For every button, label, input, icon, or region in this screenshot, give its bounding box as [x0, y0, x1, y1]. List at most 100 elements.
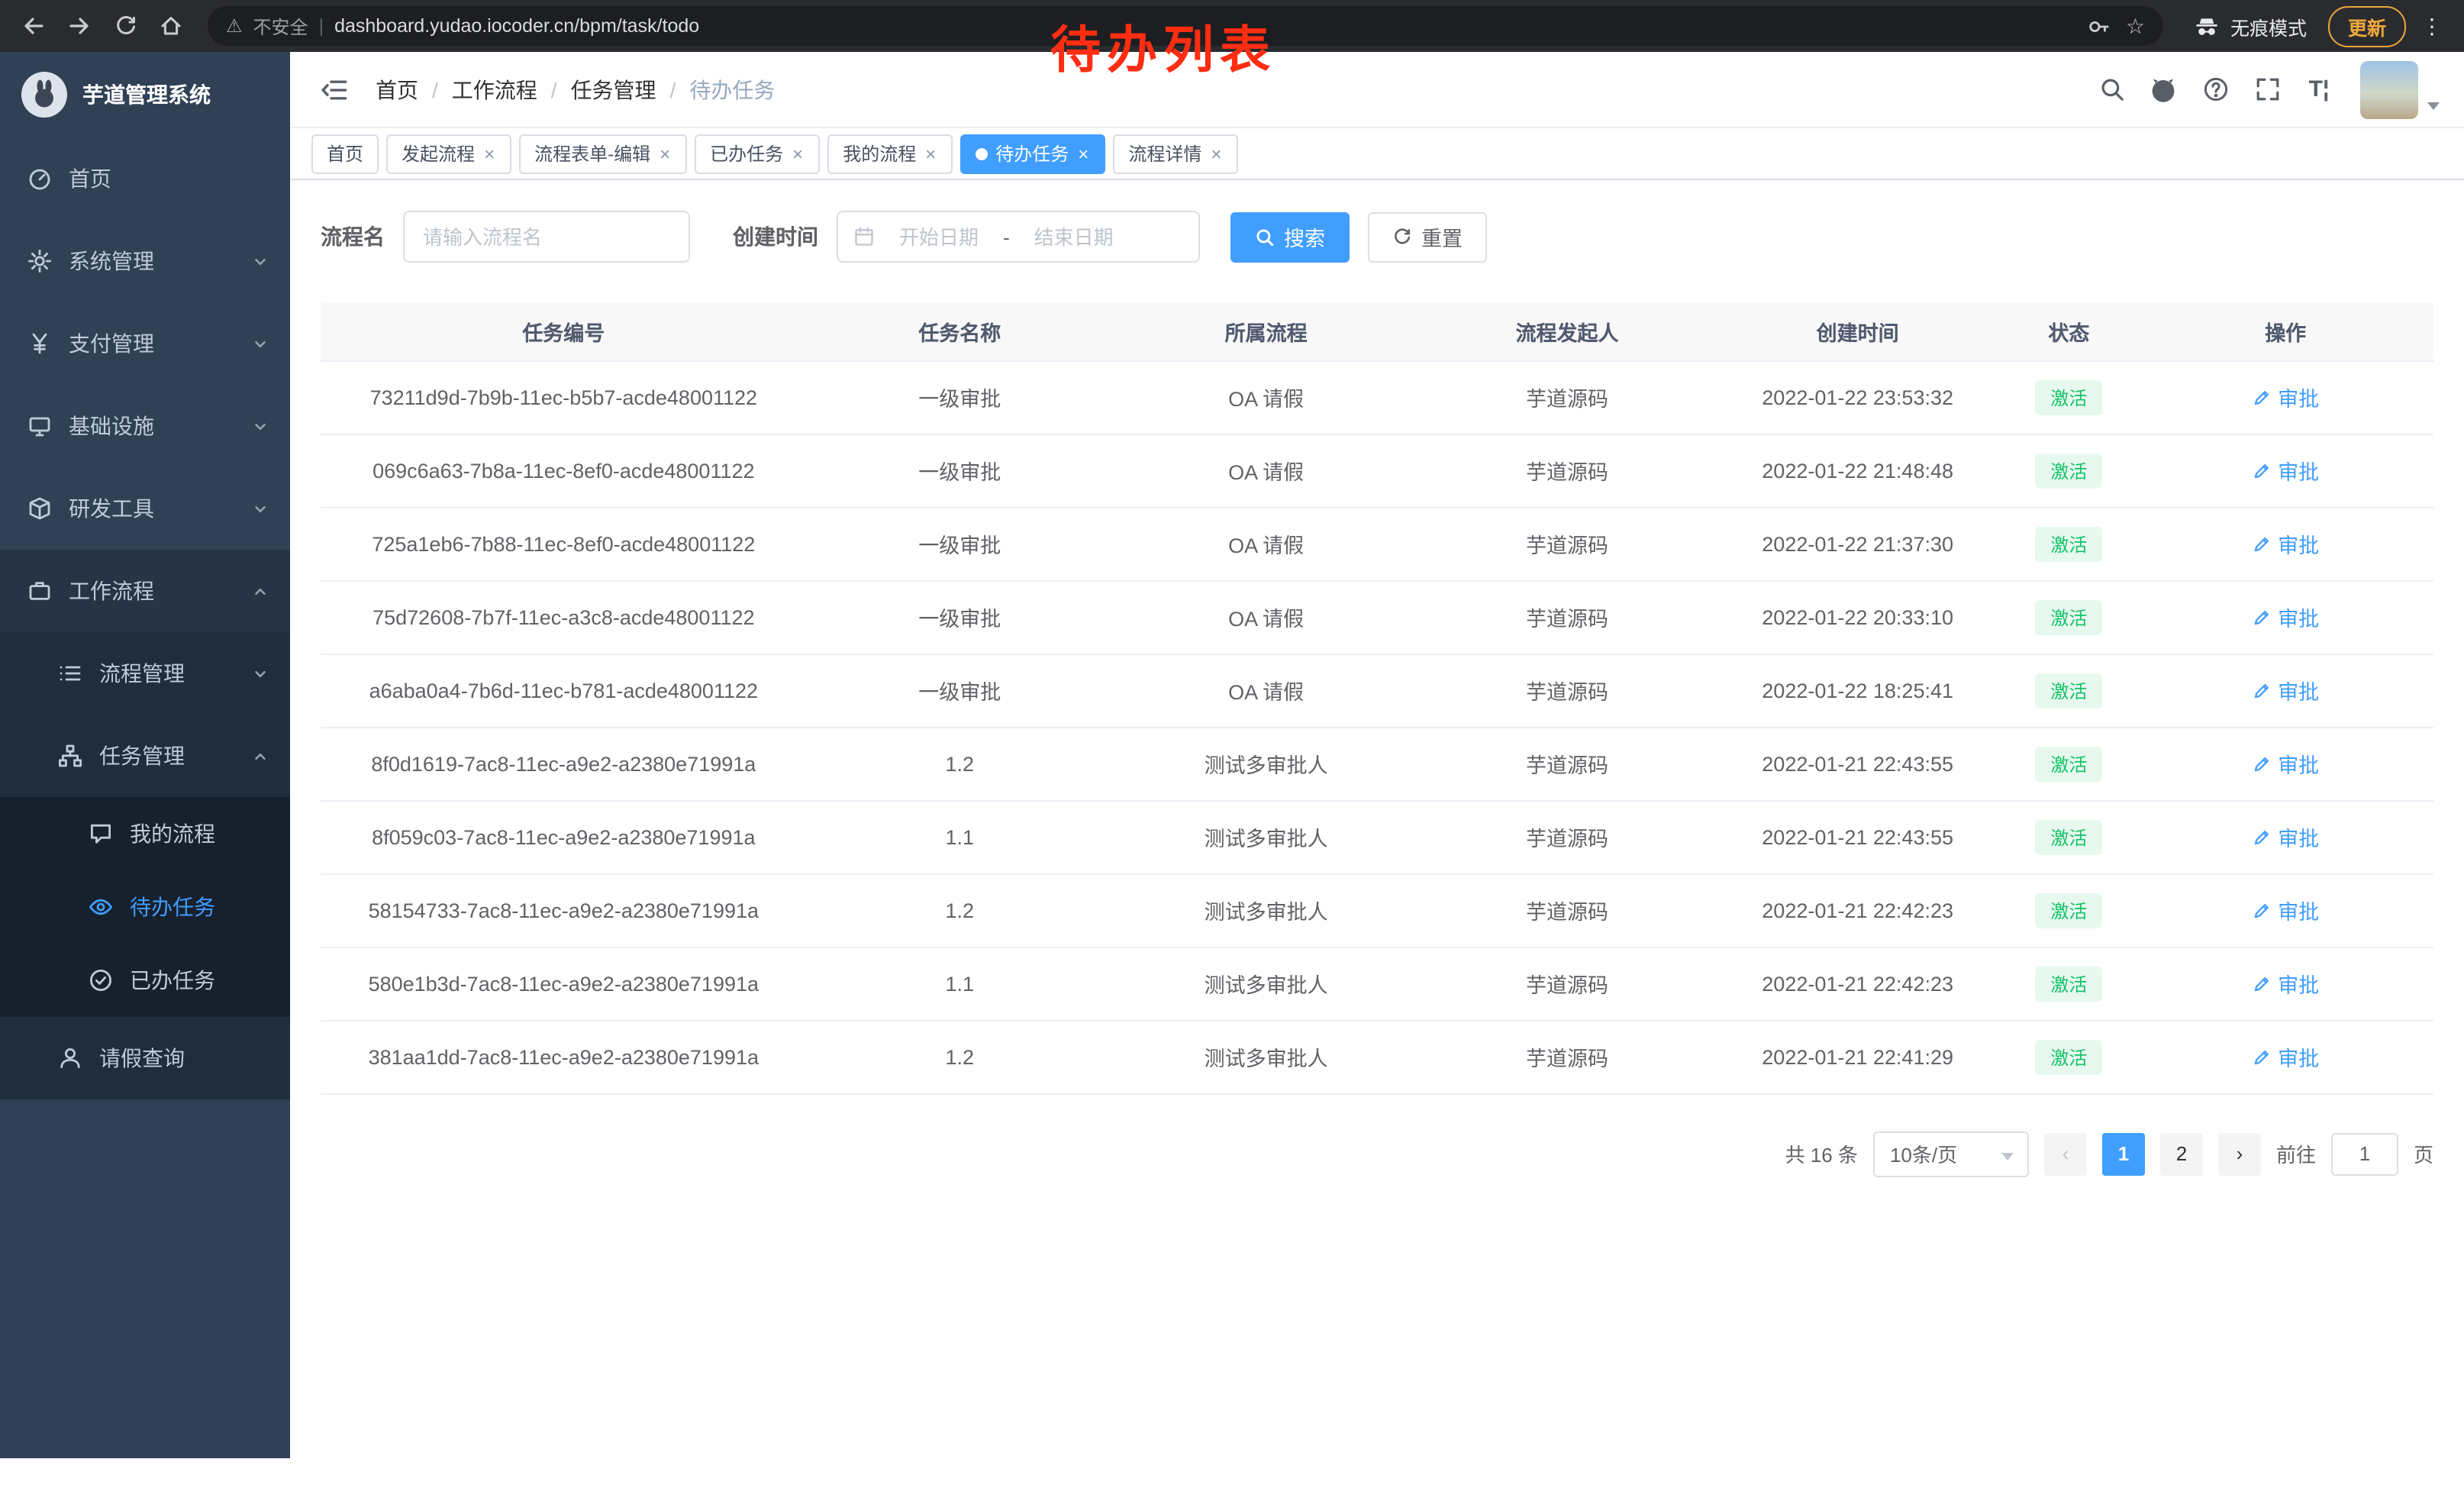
approve-link[interactable]: 审批 — [2252, 528, 2319, 559]
sidebar-item-process-management[interactable]: 流程管理 — [0, 632, 290, 715]
sidebar-item-label: 待办任务 — [130, 892, 215, 922]
end-date-input[interactable] — [1016, 225, 1132, 248]
close-icon[interactable]: × — [791, 144, 805, 163]
approve-link[interactable]: 审批 — [2252, 895, 2319, 925]
sidebar-item-infrastructure[interactable]: 基础设施 — [0, 385, 290, 467]
process-name-input[interactable] — [403, 211, 690, 263]
sidebar-item-label: 流程管理 — [99, 658, 185, 689]
tab-my-processes[interactable]: 我的流程 × — [827, 134, 953, 173]
sidebar-item-label: 研发工具 — [69, 493, 154, 524]
check-circle-icon — [89, 968, 113, 993]
chevron-up-icon — [252, 583, 269, 599]
page-size-select[interactable]: 10条/页 — [1873, 1131, 2029, 1177]
breadcrumb-current: 待办任务 — [689, 74, 775, 105]
approve-link[interactable]: 审批 — [2252, 1041, 2319, 1072]
cell-task-name: 一级审批 — [807, 654, 1113, 727]
breadcrumb-home[interactable]: 首页 — [376, 74, 418, 105]
tab-process-form-edit[interactable]: 流程表单-编辑 × — [519, 134, 687, 173]
cell-task-name: 一级审批 — [807, 434, 1113, 507]
sidebar-item-home[interactable]: 首页 — [0, 137, 290, 220]
status-badge: 激活 — [2035, 893, 2102, 928]
column-header-task-name: 任务名称 — [807, 302, 1113, 360]
org-flow-icon — [58, 744, 82, 768]
cell-actions: 审批 — [2137, 434, 2433, 507]
reset-button[interactable]: 重置 — [1368, 211, 1487, 262]
cell-status: 激活 — [2000, 1020, 2137, 1093]
close-icon[interactable]: × — [1076, 144, 1090, 163]
home-icon[interactable] — [153, 8, 189, 44]
page-button-2[interactable]: 2 — [2160, 1132, 2203, 1175]
approve-link-label: 审批 — [2278, 748, 2319, 779]
sidebar-item-dev-tools[interactable]: 研发工具 — [0, 467, 290, 550]
approve-link-label: 审批 — [2278, 382, 2319, 412]
sidebar-item-task-management[interactable]: 任务管理 — [0, 715, 290, 797]
update-button[interactable]: 更新 — [2328, 5, 2406, 47]
sidebar-item-label: 系统管理 — [69, 246, 154, 276]
approve-link[interactable]: 审批 — [2252, 382, 2319, 412]
approve-link-label: 审批 — [2278, 602, 2319, 632]
search-button[interactable]: 搜索 — [1230, 211, 1350, 262]
sidebar-item-done-tasks[interactable]: 已办任务 — [0, 944, 290, 1017]
sidebar-item-workflow[interactable]: 工作流程 — [0, 550, 290, 632]
tab-start-process[interactable]: 发起流程 × — [386, 134, 511, 173]
app-logo-row[interactable]: 芋道管理系统 — [0, 52, 290, 137]
tab-done-tasks[interactable]: 已办任务 × — [695, 134, 820, 173]
date-range-picker[interactable]: - — [837, 211, 1200, 263]
tab-home[interactable]: 首页 — [311, 134, 379, 173]
close-icon[interactable]: × — [658, 144, 672, 163]
sidebar-item-system[interactable]: 系统管理 — [0, 220, 290, 302]
bookmark-star-icon[interactable]: ☆ — [2126, 15, 2145, 37]
approve-link[interactable]: 审批 — [2252, 968, 2319, 999]
dashboard-icon — [27, 166, 52, 191]
avatar[interactable] — [2360, 60, 2418, 118]
next-page-button[interactable]: › — [2218, 1132, 2261, 1175]
chrome-menu-icon[interactable]: ⋮ — [2415, 13, 2449, 39]
help-icon[interactable] — [2192, 62, 2238, 117]
breadcrumb-workflow[interactable]: 工作流程 — [452, 74, 537, 105]
tab-process-detail[interactable]: 流程详情 × — [1113, 134, 1238, 173]
sidebar-item-my-processes[interactable]: 我的流程 — [0, 797, 290, 870]
main-area: 首页 / 工作流程 / 任务管理 / 待办任务 — [290, 52, 2464, 1501]
start-date-input[interactable] — [881, 225, 997, 248]
sidebar-item-todo-tasks[interactable]: 待办任务 — [0, 870, 290, 944]
top-navbar: 首页 / 工作流程 / 任务管理 / 待办任务 — [290, 52, 2464, 128]
back-icon[interactable] — [15, 8, 52, 44]
close-icon[interactable]: × — [482, 144, 496, 163]
sidebar-item-payment[interactable]: 支付管理 — [0, 302, 290, 385]
approve-link[interactable]: 审批 — [2252, 822, 2319, 852]
sidebar-toggle-icon[interactable] — [314, 76, 360, 103]
not-secure-label[interactable]: 不安全 — [253, 13, 308, 39]
table-row: a6aba0a4-7b6d-11ec-b781-acde48001122 一级审… — [321, 654, 2433, 727]
close-icon[interactable]: × — [924, 144, 937, 163]
cell-starter: 芋道源码 — [1419, 434, 1715, 507]
search-icon[interactable] — [2088, 62, 2134, 117]
reset-button-label: 重置 — [1421, 221, 1463, 252]
forward-icon[interactable] — [61, 8, 98, 44]
close-icon[interactable]: × — [1209, 144, 1223, 163]
status-badge: 激活 — [2035, 1039, 2102, 1074]
approve-link[interactable]: 审批 — [2252, 748, 2319, 779]
column-header-task-id: 任务编号 — [321, 302, 807, 360]
prev-page-button[interactable]: ‹ — [2044, 1132, 2087, 1175]
font-size-icon[interactable]: T¦ — [2296, 62, 2342, 117]
url-text[interactable]: dashboard.yudao.iocoder.cn/bpm/task/todo — [334, 15, 699, 37]
tab-label: 首页 — [327, 140, 363, 166]
cell-task-name: 1.1 — [807, 947, 1113, 1020]
sidebar-item-leave-query[interactable]: 请假查询 — [0, 1017, 290, 1099]
tab-label: 流程表单-编辑 — [534, 140, 650, 166]
approve-link[interactable]: 审批 — [2252, 602, 2319, 632]
screen: 待办列表 ⚠ 不安全 | dashboard.yudao.iocoder.cn/… — [0, 0, 2464, 1501]
reload-icon[interactable] — [107, 8, 144, 44]
user-menu[interactable] — [2360, 60, 2440, 118]
github-icon[interactable] — [2140, 62, 2186, 117]
app-root: 芋道管理系统 首页 系统管理 — [0, 52, 2464, 1501]
page-button-1[interactable]: 1 — [2102, 1132, 2145, 1175]
tab-todo-tasks[interactable]: 待办任务 × — [960, 134, 1105, 173]
page-size-value: 10条/页 — [1890, 1139, 1957, 1168]
breadcrumb-task-management[interactable]: 任务管理 — [571, 74, 656, 105]
fullscreen-icon[interactable] — [2244, 62, 2290, 117]
approve-link[interactable]: 审批 — [2252, 675, 2319, 705]
goto-page-input[interactable] — [2331, 1132, 2398, 1175]
password-key-icon[interactable] — [2088, 15, 2111, 37]
approve-link[interactable]: 审批 — [2252, 455, 2319, 486]
